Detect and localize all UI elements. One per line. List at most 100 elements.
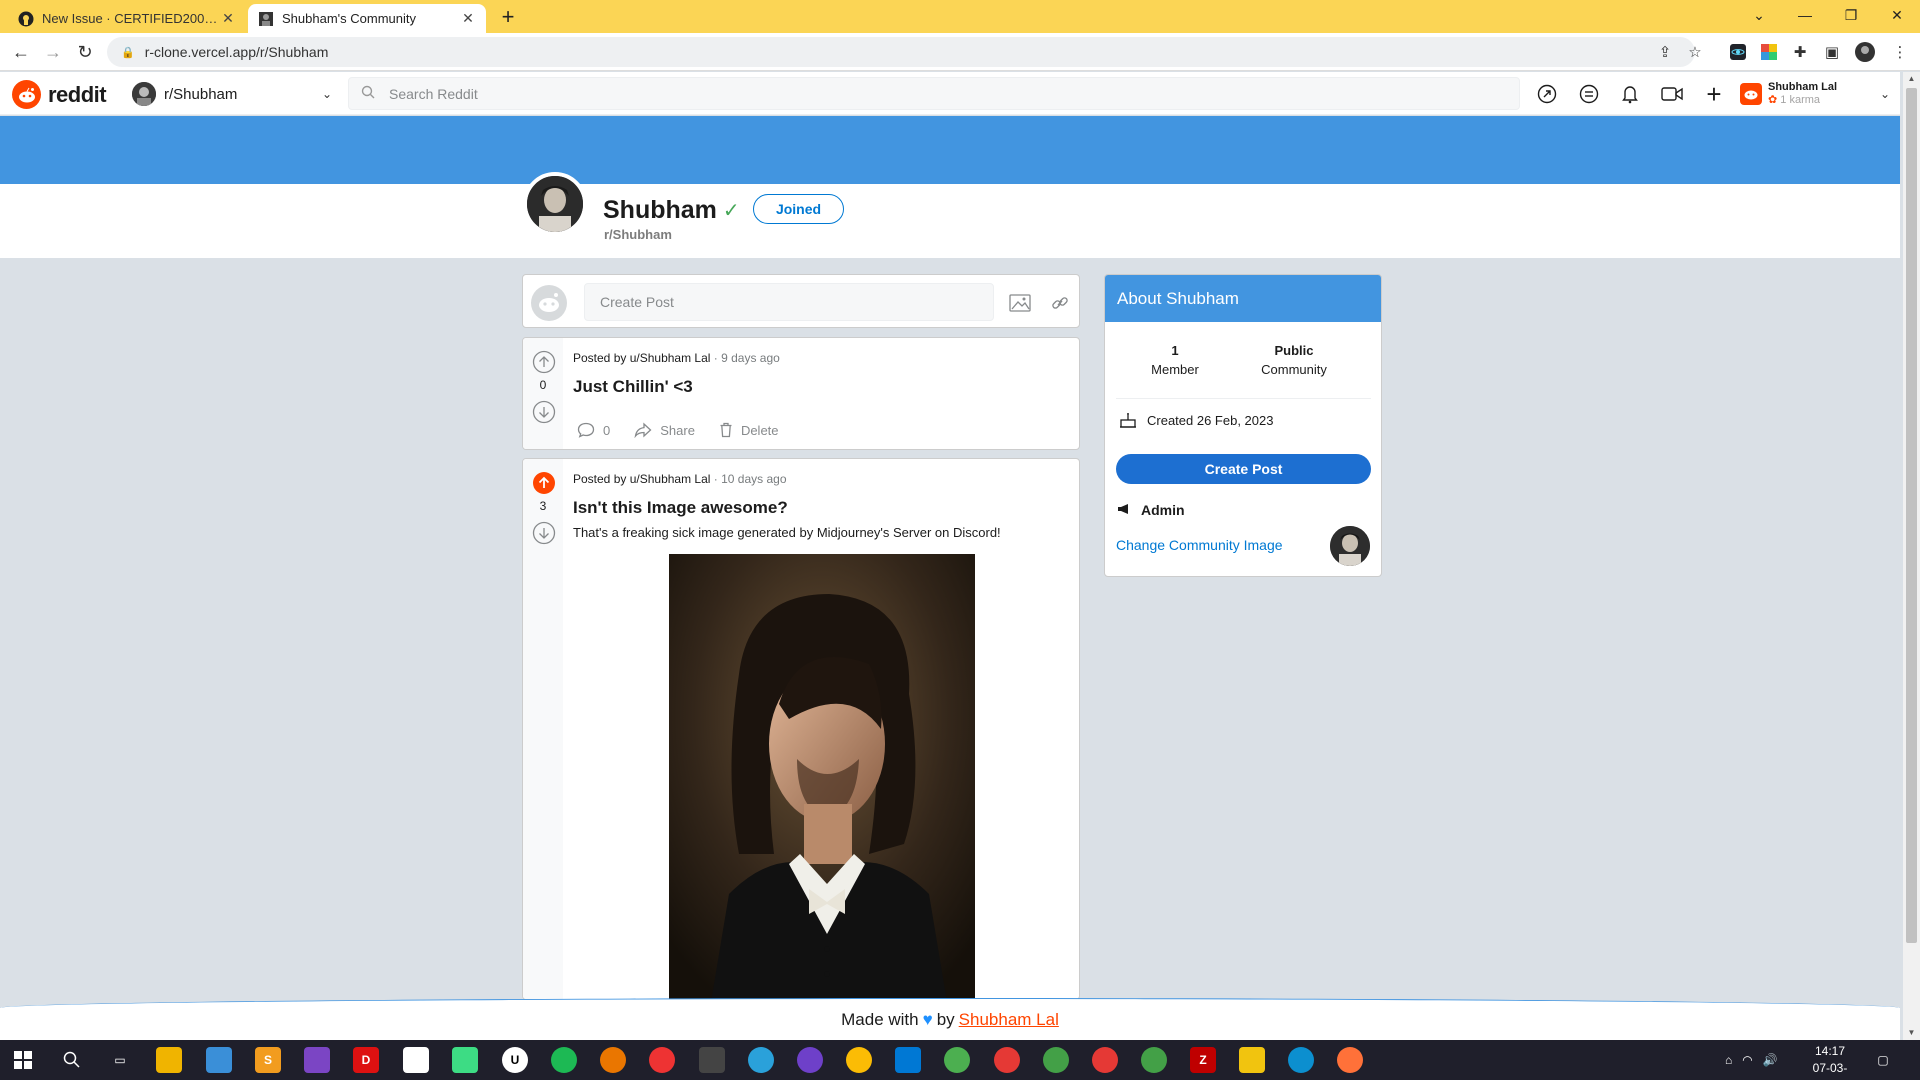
vscode-icon[interactable] xyxy=(895,1047,921,1073)
devcpp-icon[interactable]: D xyxy=(353,1047,379,1073)
chrome-icon[interactable] xyxy=(944,1047,970,1073)
chrome-icon[interactable] xyxy=(994,1047,1020,1073)
task-view-icon[interactable]: ▭ xyxy=(107,1047,133,1073)
scroll-up-arrow[interactable]: ▲ xyxy=(1906,74,1917,84)
post-image[interactable] xyxy=(669,554,975,999)
bookmark-star-icon[interactable]: ☆ xyxy=(1685,42,1705,62)
notepad-icon[interactable] xyxy=(403,1047,429,1073)
footer-made-with: Made with xyxy=(841,1009,919,1029)
address-bar[interactable]: 🔒 r-clone.vercel.app/r/Shubham xyxy=(107,37,1695,67)
post-title[interactable]: Isn't this Image awesome? xyxy=(573,498,788,518)
firefox-icon[interactable] xyxy=(1337,1047,1363,1073)
video-icon[interactable] xyxy=(1660,82,1684,106)
chrome-icon[interactable] xyxy=(1043,1047,1069,1073)
reddit-snoo-icon xyxy=(12,80,41,109)
android-studio-icon[interactable] xyxy=(452,1047,478,1073)
upvote-icon[interactable] xyxy=(532,350,556,374)
spotify-icon[interactable] xyxy=(551,1047,577,1073)
restore-button[interactable]: ❐ xyxy=(1828,0,1874,30)
app-icon[interactable] xyxy=(1239,1047,1265,1073)
create-post-button[interactable]: Create Post xyxy=(1116,454,1371,484)
unreal-icon[interactable]: U xyxy=(502,1047,528,1073)
comments-button[interactable]: 0 xyxy=(577,422,610,438)
visual-studio-icon[interactable] xyxy=(304,1047,330,1073)
downvote-icon[interactable] xyxy=(532,400,556,424)
filezilla-icon[interactable]: Z xyxy=(1190,1047,1216,1073)
browser-tab-strip: New Issue · CERTIFIED2003/imag ✕ Shubham… xyxy=(0,0,1920,33)
site-header: reddit r/Shubham ⌄ Search Reddit + Shubh… xyxy=(0,72,1900,115)
post-title[interactable]: Just Chillin' <3 xyxy=(573,377,693,397)
clock[interactable]: 14:17 07-03-2023 xyxy=(1800,1043,1860,1080)
coins-icon[interactable] xyxy=(1577,82,1601,106)
popular-icon[interactable] xyxy=(1535,82,1559,106)
scroll-down-arrow[interactable]: ▼ xyxy=(1906,1028,1917,1038)
chrome-icon[interactable] xyxy=(846,1047,872,1073)
extension-colorful-icon[interactable] xyxy=(1759,42,1779,62)
share-button[interactable]: Share xyxy=(634,422,695,438)
image-icon[interactable] xyxy=(1008,291,1032,315)
close-window-button[interactable]: ✕ xyxy=(1874,0,1920,30)
extension-react-icon[interactable] xyxy=(1728,42,1748,62)
edge-icon[interactable] xyxy=(1288,1047,1314,1073)
downvote-icon[interactable] xyxy=(532,521,556,545)
reddit-logo[interactable]: reddit xyxy=(12,80,107,109)
browser-tab-community[interactable]: Shubham's Community ✕ xyxy=(248,4,486,33)
post-author[interactable]: u/Shubham Lal xyxy=(630,472,711,486)
menu-kebab-icon[interactable]: ⋮ xyxy=(1890,42,1910,62)
app-icon[interactable] xyxy=(206,1047,232,1073)
community-avatar-small[interactable] xyxy=(1330,526,1370,566)
create-post-input[interactable]: Create Post xyxy=(584,283,994,321)
search-input[interactable]: Search Reddit xyxy=(389,86,478,102)
extensions-puzzle-icon[interactable]: ✚ xyxy=(1790,42,1810,62)
search-icon[interactable] xyxy=(59,1047,85,1073)
tab-title: New Issue · CERTIFIED2003/imag xyxy=(42,11,220,26)
share-arrow-icon xyxy=(634,422,652,438)
new-tab-button[interactable]: + xyxy=(495,6,521,30)
back-icon[interactable]: ← xyxy=(8,39,34,65)
user-menu[interactable]: Shubham Lal ✿ 1 karma ⌄ xyxy=(1740,77,1890,110)
chrome-icon[interactable] xyxy=(1141,1047,1167,1073)
notifications-icon[interactable]: ▢ xyxy=(1870,1047,1896,1073)
chevron-down-icon: ⌄ xyxy=(1879,86,1890,101)
telegram-icon[interactable] xyxy=(748,1047,774,1073)
app-icon[interactable] xyxy=(699,1047,725,1073)
windows-start-icon[interactable] xyxy=(10,1047,36,1073)
scrollbar-thumb[interactable] xyxy=(1906,88,1917,943)
tab-search-icon[interactable]: ⌄ xyxy=(1736,0,1782,30)
clock-date: 07-03-2023 xyxy=(1812,1061,1848,1080)
upvote-icon-active[interactable] xyxy=(532,471,556,495)
minimize-button[interactable]: — xyxy=(1782,0,1828,30)
chrome-icon[interactable] xyxy=(1092,1047,1118,1073)
github-desktop-icon[interactable] xyxy=(797,1047,823,1073)
bell-icon[interactable] xyxy=(1618,82,1642,106)
file-explorer-icon[interactable] xyxy=(156,1047,182,1073)
plus-icon[interactable]: + xyxy=(1702,79,1726,109)
tray-icons[interactable]: ⌂ ◠ 🔊 xyxy=(1725,1040,1778,1080)
browser-tab-github[interactable]: New Issue · CERTIFIED2003/imag ✕ xyxy=(8,4,246,33)
sublime-icon[interactable]: S xyxy=(255,1047,281,1073)
change-community-image-link[interactable]: Change Community Image xyxy=(1116,537,1283,553)
github-icon xyxy=(18,11,34,27)
share-icon[interactable]: ⇪ xyxy=(1655,42,1675,62)
community-type-label: Community xyxy=(1261,362,1327,377)
sidepanel-icon[interactable]: ▣ xyxy=(1822,42,1842,62)
search-bar[interactable]: Search Reddit xyxy=(348,77,1520,110)
divider xyxy=(1116,398,1371,399)
delete-button[interactable]: Delete xyxy=(719,422,779,438)
community-dropdown[interactable]: r/Shubham ⌄ xyxy=(132,79,332,109)
post-author[interactable]: u/Shubham Lal xyxy=(630,351,711,365)
close-icon[interactable]: ✕ xyxy=(220,10,236,27)
forward-icon[interactable]: → xyxy=(40,39,66,65)
close-icon[interactable]: ✕ xyxy=(460,10,476,27)
profile-avatar[interactable] xyxy=(1855,42,1875,62)
joined-button[interactable]: Joined xyxy=(753,194,844,224)
post-card[interactable]: 0 Posted by u/Shubham Lal · 9 days ago J… xyxy=(522,337,1080,450)
reload-icon[interactable]: ↻ xyxy=(72,39,98,65)
app-icon[interactable] xyxy=(649,1047,675,1073)
post-card[interactable]: 3 Posted by u/Shubham Lal · 10 days ago … xyxy=(522,458,1080,1000)
os-taskbar: ▭ S D U Z ⌂ ◠ 🔊 14:17 07-03-2023 ▢ xyxy=(0,1040,1920,1080)
page-icon xyxy=(258,11,274,27)
blender-icon[interactable] xyxy=(600,1047,626,1073)
link-icon[interactable] xyxy=(1048,291,1072,315)
footer-author-link[interactable]: Shubham Lal xyxy=(959,1010,1059,1030)
